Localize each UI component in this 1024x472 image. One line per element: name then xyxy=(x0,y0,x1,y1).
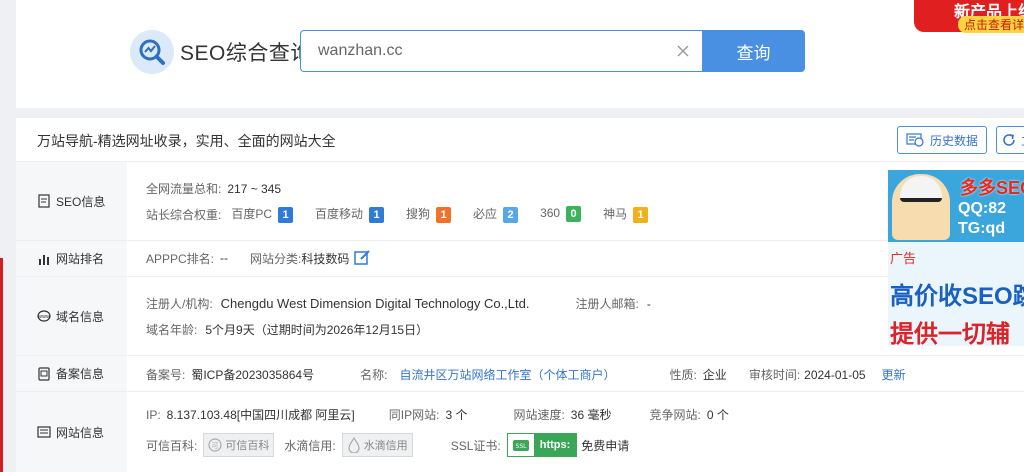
traffic-value: 217 ~ 345 xyxy=(227,181,282,196)
same-ip-label: 同IP网站: xyxy=(388,408,440,422)
side-advertisement[interactable]: 多多SEO QQ:82 TG:qd 广告 高价收SEO跳 提供一切辅 xyxy=(888,170,1024,346)
apppc-label: APPPC排名: xyxy=(146,251,215,266)
svg-text:可: 可 xyxy=(212,442,219,450)
row-label-icp: 备案信息 xyxy=(16,356,127,391)
logo[interactable]: SEO综合查询 xyxy=(130,30,312,74)
history-icon xyxy=(906,133,924,147)
site-title: 万站导航-精选网址收录，实用、全面的网站大全 xyxy=(37,133,336,149)
ad-text-2: QQ:82 xyxy=(958,200,1007,217)
icp-nature-value: 企业 xyxy=(702,368,727,382)
svg-text:SSL: SSL xyxy=(515,443,527,450)
competitor-value[interactable]: 0 个 xyxy=(707,406,729,423)
icp-review-label: 审核时间: xyxy=(748,368,801,382)
magnifier-chart-icon xyxy=(130,30,174,74)
icp-number-value: 蜀ICP备2023035864号 xyxy=(191,368,315,382)
document-icon xyxy=(38,194,50,208)
weight-label: 站长综合权重: xyxy=(146,207,222,222)
ad-banner-top: 多多SEO QQ:82 TG:qd xyxy=(888,170,1024,242)
category-label: 网站分类: xyxy=(250,251,302,266)
search-box xyxy=(300,30,703,72)
icp-number-label: 备案号: xyxy=(146,368,186,382)
traffic-label: 全网流量总和: xyxy=(146,182,222,196)
trust-icon: 可 xyxy=(208,438,222,452)
speed-label: 网站速度: xyxy=(513,408,565,422)
apppc-value: -- xyxy=(220,251,229,265)
icp-name-label: 名称: xyxy=(360,368,388,382)
refresh-icon xyxy=(1003,134,1015,146)
ssl-free-apply[interactable]: 免费申请 xyxy=(581,437,629,454)
weight-line: 站长综合权重: 百度PC 1 百度移动 1 搜狗 1 必应 2 360 0 神马 1 xyxy=(146,205,649,223)
registrant-label: 注册人/机构: xyxy=(146,297,213,311)
side-ad-strip[interactable] xyxy=(0,258,3,472)
row-seo-info: SEO信息 全网流量总和: 217 ~ 345 站长综合权重: 百度PC 1 百度… xyxy=(16,162,1024,241)
row-label-site: 网站信息 xyxy=(16,392,127,472)
row-label-domain: www 域名信息 xyxy=(16,277,127,355)
ad-text-4: 高价收SEO跳 xyxy=(890,283,1024,310)
row-site-info: 网站信息 IP: 8.137.103.48[中国四川成都 阿里云] 同IP网站:… xyxy=(16,392,1024,472)
www-icon: www xyxy=(37,310,51,322)
row-label-rank: 网站排名 xyxy=(16,241,127,276)
registrant-value: Chengdu West Dimension Digital Technolog… xyxy=(220,296,530,311)
ip-value[interactable]: 8.137.103.48[中国四川成都 阿里云] xyxy=(167,406,355,423)
row-rank: 网站排名 APPPC排名: -- 网站分类: 科技数码 xyxy=(16,241,1024,277)
bar-chart-icon xyxy=(39,254,49,265)
refresh-button[interactable]: 立即 xyxy=(996,126,1024,154)
speed-value: 36 毫秒 xyxy=(570,408,612,422)
icp-review-value: 2024-01-05 xyxy=(804,367,866,382)
search-input[interactable] xyxy=(301,31,671,71)
email-label: 注册人邮箱: xyxy=(575,297,639,311)
seo-label: SEO信息 xyxy=(56,194,106,209)
trust-badge[interactable]: 可 可信百科 xyxy=(203,433,275,457)
weight-360[interactable]: 360 0 xyxy=(540,206,582,222)
ip-label: IP: xyxy=(146,407,161,422)
icp-nature-label: 性质: xyxy=(669,368,697,382)
ad-text-3: TG:qd xyxy=(958,220,1006,237)
ad-character-image xyxy=(892,174,950,240)
weight-baidu-pc[interactable]: 百度PC 1 xyxy=(231,205,294,223)
record-icon xyxy=(38,366,50,381)
clear-icon[interactable] xyxy=(675,43,691,59)
row-domain: www 域名信息 注册人/机构: Chengdu West Dimension … xyxy=(16,277,1024,356)
water-drop-icon xyxy=(348,437,360,453)
email-value: - xyxy=(646,296,651,311)
site-label: 网站信息 xyxy=(56,425,105,440)
weight-sogou[interactable]: 搜狗 1 xyxy=(406,205,452,223)
history-label: 历史数据 xyxy=(929,133,978,148)
didi-label: 水滴信用: xyxy=(284,438,336,453)
ad-text-1: 多多SEO xyxy=(960,178,1024,198)
icp-update-link[interactable]: 更新 xyxy=(882,366,906,383)
domain-age-value: 5个月9天（过期时间为2026年12月15日） xyxy=(205,323,429,337)
rank-label: 网站排名 xyxy=(56,252,105,266)
row-icp: 备案信息 备案号: 蜀ICP备2023035864号 名称: 自流井区万站网络工… xyxy=(16,356,1024,392)
card-header: 万站导航-精选网址收录，实用、全面的网站大全 历史数据 立即 xyxy=(16,118,1024,162)
seo-result-card: 万站导航-精选网址收录，实用、全面的网站大全 历史数据 立即 xyxy=(16,118,1024,472)
icp-name-link[interactable]: 自流井区万站网络工作室（个体工商户） xyxy=(399,366,615,383)
weight-baidu-mobile[interactable]: 百度移动 1 xyxy=(315,205,385,223)
logo-text: SEO综合查询 xyxy=(180,42,312,65)
ssl-label: SSL证书: xyxy=(450,438,501,453)
ad-tag: 广告 xyxy=(890,251,917,266)
list-icon xyxy=(37,426,51,438)
ssl-badge[interactable]: SSL https: xyxy=(506,433,578,457)
svg-text:www: www xyxy=(38,314,50,320)
search-button[interactable]: 查询 xyxy=(702,30,805,72)
promo-banner[interactable]: 新产品上线 点击查看详情 xyxy=(914,0,1024,33)
didi-badge[interactable]: 水滴信用 xyxy=(341,433,413,457)
domain-label: 域名信息 xyxy=(56,309,105,324)
edit-icon[interactable] xyxy=(353,249,371,267)
weight-shenma[interactable]: 神马 1 xyxy=(603,205,649,223)
weight-bing[interactable]: 必应 2 xyxy=(473,205,519,223)
row-label-seo: SEO信息 xyxy=(16,162,127,240)
same-ip-value[interactable]: 3 个 xyxy=(445,406,467,423)
ssl-lock-icon: SSL xyxy=(507,434,534,456)
competitor-label: 竞争网站: xyxy=(649,408,701,422)
category-value: 科技数码 xyxy=(301,251,350,266)
promo-subtitle: 点击查看详情 xyxy=(958,16,1024,33)
trust-label: 可信百科: xyxy=(146,438,198,453)
page: SEO综合查询 查询 新产品上线 点击查看详情 万站导航-精选网址收录，实用、全… xyxy=(0,0,1024,472)
history-data-button[interactable]: 历史数据 xyxy=(897,126,987,154)
icp-label: 备案信息 xyxy=(56,367,105,381)
domain-age-label: 域名年龄: xyxy=(146,323,198,337)
ad-text-5: 提供一切辅 xyxy=(890,321,1010,346)
